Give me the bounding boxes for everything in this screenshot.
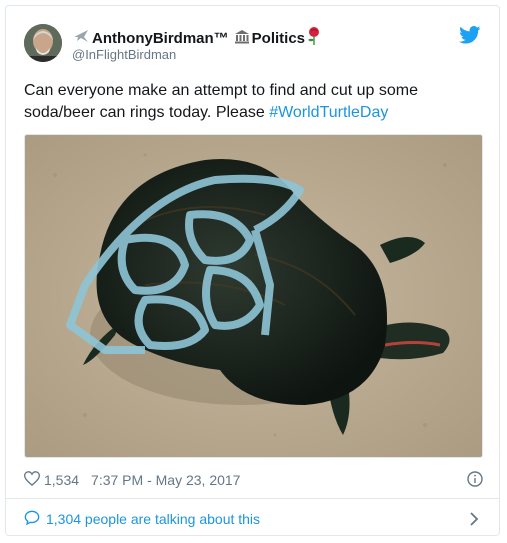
tweet-card: AnthonyBirdman™ Politics @InFlightBirdma… bbox=[5, 5, 500, 536]
speech-bubble-icon bbox=[24, 510, 40, 529]
display-name-text: AnthonyBirdman™ bbox=[92, 29, 229, 47]
display-name-suffix: Politics bbox=[251, 29, 306, 47]
tweet-text: Can everyone make an attempt to find and… bbox=[24, 80, 464, 124]
airplane-icon bbox=[72, 28, 90, 48]
like-count: 1,534 bbox=[44, 472, 80, 488]
hashtag-link[interactable]: #WorldTurtleDay bbox=[269, 104, 388, 121]
turtle-photo bbox=[25, 135, 482, 457]
conversation-link[interactable]: 1,304 people are talking about this bbox=[24, 508, 483, 530]
avatar[interactable] bbox=[24, 24, 62, 62]
conversation-count: 1,304 people are talking about this bbox=[46, 511, 261, 527]
classical-building-icon bbox=[234, 29, 250, 48]
tweet-photo[interactable] bbox=[24, 134, 483, 458]
user-handle[interactable]: @InFlightBirdman bbox=[72, 47, 176, 62]
timestamp-link[interactable]: 7:37 PM - May 23, 2017 bbox=[91, 472, 240, 488]
heart-icon bbox=[23, 471, 41, 489]
twitter-bird-icon[interactable] bbox=[459, 26, 481, 44]
tweet-meta: 1,534 7:37 PM - May 23, 2017 bbox=[23, 470, 483, 490]
chevron-right-icon[interactable] bbox=[469, 512, 479, 529]
like-button[interactable]: 1,534 bbox=[23, 471, 80, 489]
rose-icon bbox=[307, 26, 321, 50]
divider bbox=[6, 498, 499, 499]
info-icon[interactable] bbox=[467, 471, 483, 490]
